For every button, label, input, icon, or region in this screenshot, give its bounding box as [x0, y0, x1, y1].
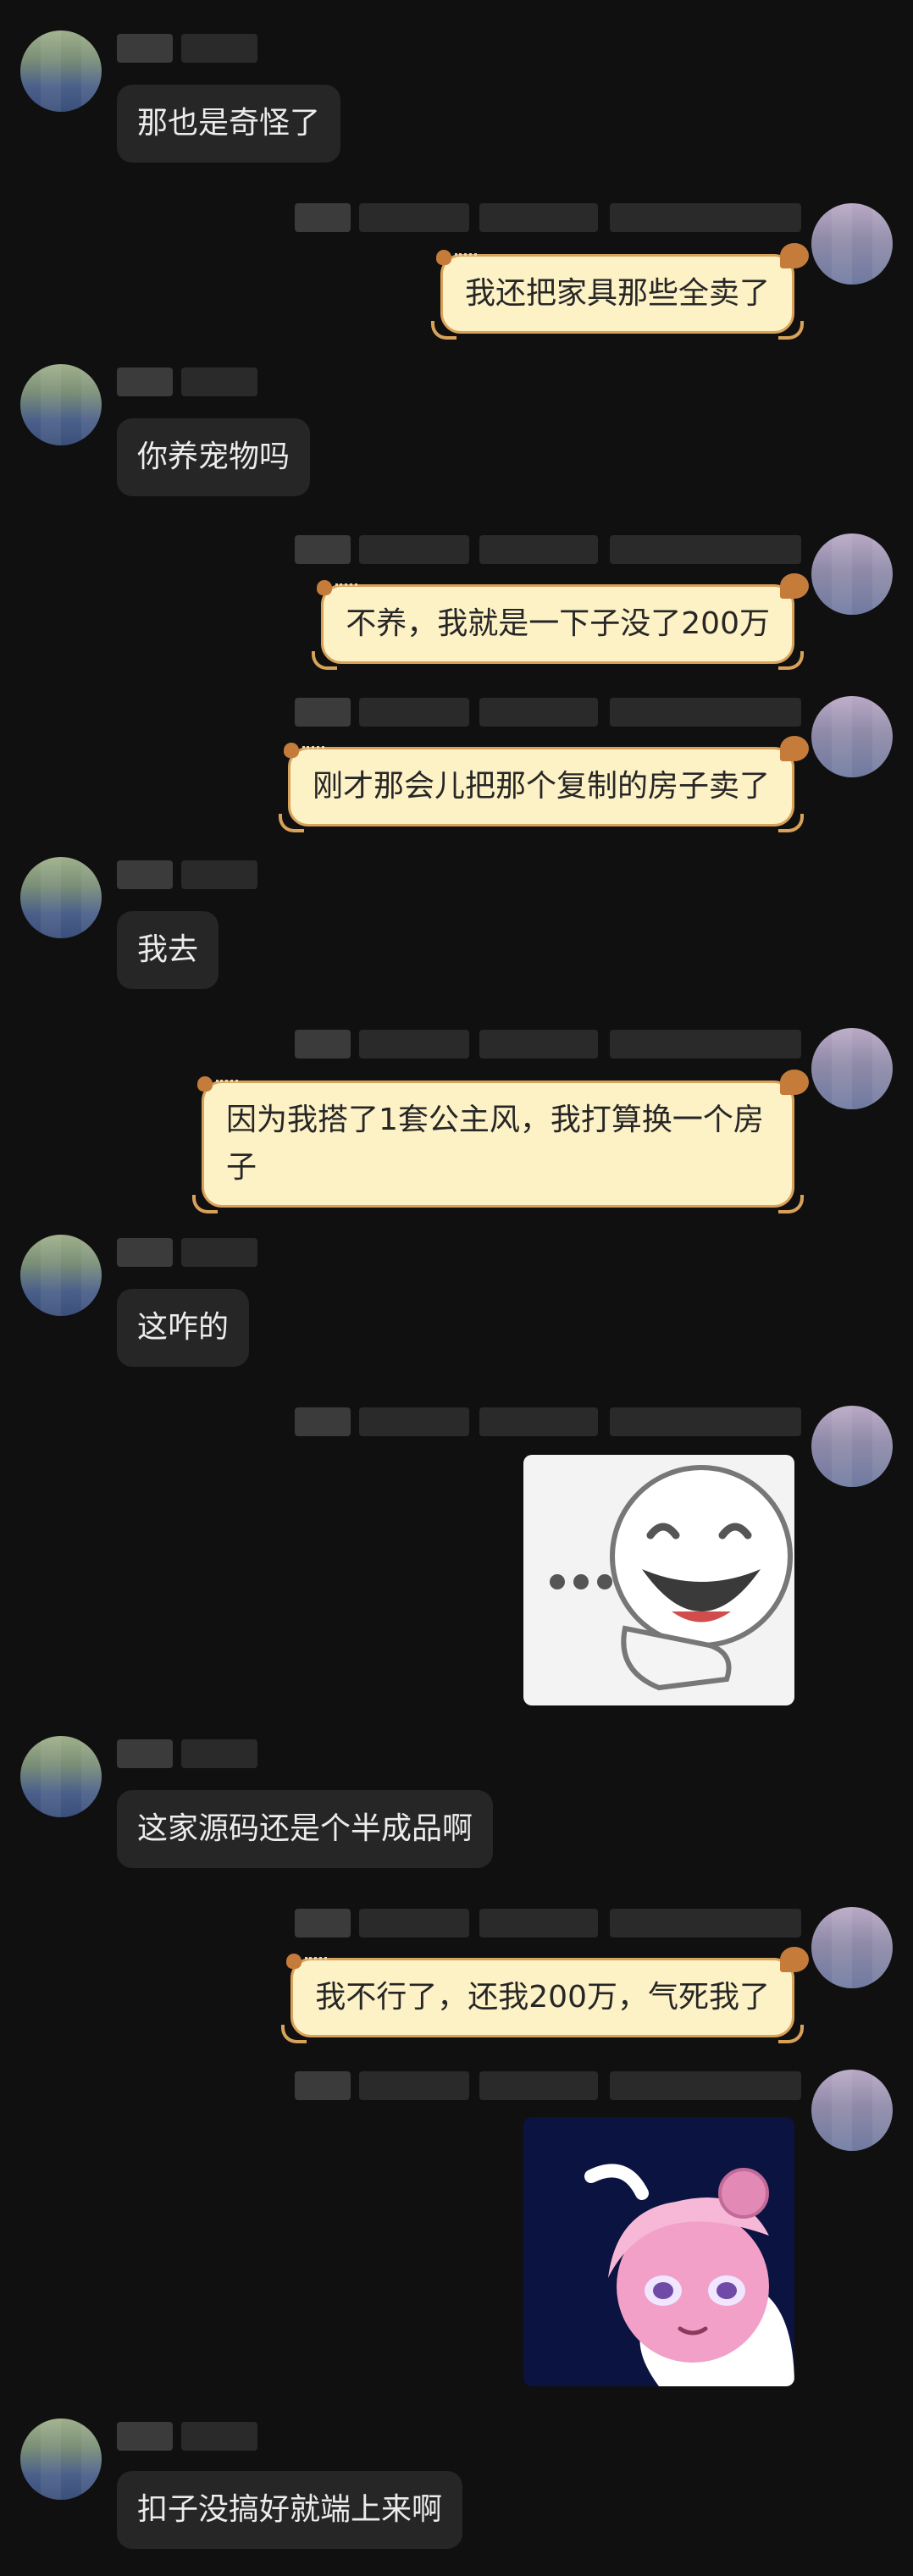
- message-bubble-outgoing[interactable]: 我还把家具那些全卖了: [430, 243, 809, 340]
- message-text: 我不行了，还我200万，气死我了: [315, 1980, 770, 2015]
- message-text: 不养，我就是一下子没了200万: [346, 606, 770, 641]
- my-avatar[interactable]: [811, 1028, 893, 1109]
- message-bubble-outgoing[interactable]: 我不行了，还我200万，气死我了: [281, 1947, 809, 2043]
- message-text: 刚才那会儿把那个复制的房子卖了: [312, 769, 770, 804]
- bubble-curl-left: [430, 321, 456, 340]
- cat-tail-decoration-icon: [780, 1947, 809, 1972]
- message-bubble-outgoing[interactable]: 不养，我就是一下子没了200万: [312, 573, 809, 670]
- cat-tail-decoration-icon: [780, 736, 809, 761]
- my-avatar[interactable]: [811, 533, 893, 615]
- cat-tail-decoration-icon: [780, 243, 809, 268]
- bubble-curl-right: [778, 814, 804, 832]
- sender-name-blurred: [295, 203, 803, 232]
- my-avatar[interactable]: [811, 1406, 893, 1487]
- bubble-curl-left: [281, 2025, 307, 2043]
- contact-avatar[interactable]: [20, 857, 102, 938]
- cat-tail-decoration-icon: [780, 1070, 809, 1095]
- message-text: 我还把家具那些全卖了: [464, 276, 770, 311]
- sender-name-blurred: [117, 1238, 261, 1267]
- bubble-curl-right: [778, 651, 804, 670]
- sender-name-blurred: [117, 2422, 261, 2451]
- sender-name-blurred: [295, 1909, 803, 1938]
- contact-avatar[interactable]: [20, 2418, 102, 2500]
- sender-name-blurred: [295, 2071, 803, 2100]
- cat-ear-decoration-icon: [435, 245, 477, 268]
- message-bubble-incoming[interactable]: 那也是奇怪了: [117, 85, 341, 163]
- message-bubble-incoming[interactable]: 我去: [117, 911, 219, 989]
- sender-name-blurred: [117, 860, 261, 889]
- sender-name-blurred: [295, 1407, 803, 1436]
- chat-area: 那也是奇怪了 我还把家具那些全卖了 你养宠物吗 不养，我就是一下子没了200万 …: [0, 0, 913, 2576]
- bubble-curl-right: [778, 321, 804, 340]
- cat-ear-decoration-icon: [197, 1071, 238, 1095]
- cat-ear-decoration-icon: [283, 738, 324, 761]
- my-avatar[interactable]: [811, 696, 893, 777]
- message-bubble-incoming[interactable]: 这家源码还是个半成品啊: [117, 1790, 494, 1868]
- contact-avatar[interactable]: [20, 1736, 102, 1817]
- message-text: 因为我搭了1套公主风，我打算换一个房子: [226, 1103, 764, 1185]
- my-avatar[interactable]: [811, 2070, 893, 2151]
- message-bubble-outgoing[interactable]: 因为我搭了1套公主风，我打算换一个房子: [192, 1070, 809, 1213]
- sender-name-blurred: [295, 698, 803, 727]
- cat-tail-decoration-icon: [780, 573, 809, 599]
- sender-name-blurred: [295, 535, 803, 564]
- anime-girl-sticker-icon[interactable]: [523, 2117, 794, 2386]
- cat-ear-decoration-icon: [317, 575, 358, 599]
- contact-avatar[interactable]: [20, 364, 102, 445]
- sender-name-blurred: [117, 34, 261, 63]
- contact-avatar[interactable]: [20, 1235, 102, 1316]
- bubble-curl-right: [778, 1195, 804, 1213]
- bubble-curl-right: [778, 2025, 804, 2043]
- bubble-curl-left: [192, 1195, 218, 1213]
- message-bubble-outgoing[interactable]: 刚才那会儿把那个复制的房子卖了: [278, 736, 809, 832]
- bubble-curl-left: [278, 814, 304, 832]
- my-avatar[interactable]: [811, 203, 893, 285]
- cat-ear-decoration-icon: [286, 1949, 328, 1972]
- sender-name-blurred: [117, 1739, 261, 1768]
- bubble-curl-left: [312, 651, 338, 670]
- laughing-face-sticker-icon[interactable]: [523, 1455, 794, 1705]
- sender-name-blurred: [295, 1030, 803, 1059]
- contact-avatar[interactable]: [20, 30, 102, 112]
- message-bubble-incoming[interactable]: 扣子没搞好就端上来啊: [117, 2471, 463, 2549]
- sender-name-blurred: [117, 368, 261, 396]
- message-bubble-incoming[interactable]: 你养宠物吗: [117, 418, 311, 496]
- my-avatar[interactable]: [811, 1907, 893, 1988]
- message-bubble-incoming[interactable]: 这咋的: [117, 1289, 250, 1367]
